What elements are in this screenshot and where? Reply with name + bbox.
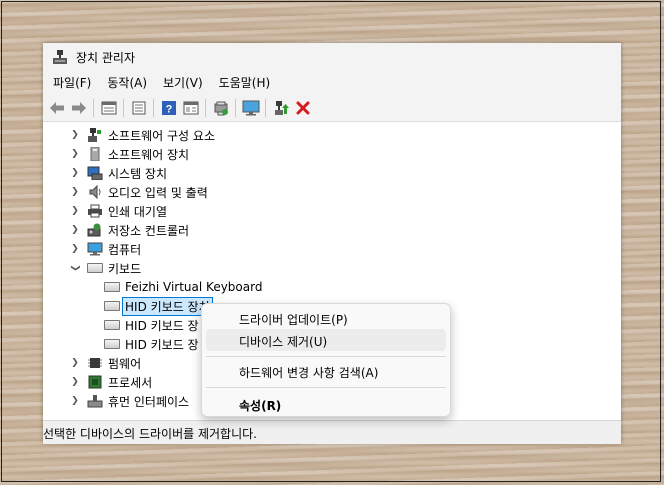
menu-action[interactable]: 동작(A) [99, 72, 155, 94]
keyboard-icon [87, 261, 103, 275]
storage-controller-icon [87, 223, 103, 237]
tree-item-print-queues[interactable]: ❯ 인쇄 대기열 [70, 202, 167, 220]
properties-icon[interactable] [99, 99, 118, 118]
back-arrow-icon[interactable] [47, 99, 66, 118]
tree-item-label: 키보드 [108, 261, 142, 276]
tree-item-keyboards[interactable]: ❯ 키보드 [70, 259, 141, 277]
toolbar-separator [205, 99, 206, 117]
enable-device-icon[interactable] [271, 99, 290, 118]
toolbar-separator [265, 99, 266, 117]
device-manager-icon [52, 49, 68, 65]
system-device-icon [87, 166, 103, 181]
tree-item-label: 펌웨어 [108, 356, 142, 371]
menu-separator [206, 387, 446, 388]
menu-item-label: 속성(R) [239, 399, 282, 413]
toolbar-separator [93, 99, 94, 117]
chevron-right-icon[interactable]: ❯ [70, 187, 80, 197]
toolbar: ? [43, 95, 621, 122]
chevron-right-icon[interactable]: ❯ [70, 244, 80, 254]
keyboard-icon [104, 318, 120, 332]
menu-item-label: 드라이버 업데이트(P) [239, 313, 348, 327]
context-menu: 드라이버 업데이트(P) 디바이스 제거(U) 하드웨어 변경 사항 검색(A)… [201, 303, 451, 417]
processor-icon [87, 375, 103, 389]
tree-item-label: 시스템 장치 [108, 166, 168, 181]
properties-menu-item[interactable]: 속성(R) [206, 393, 446, 415]
tree-item-software-components[interactable]: ❯ 소프트웨어 구성 요소 [70, 126, 215, 144]
menu-view[interactable]: 보기(V) [155, 72, 211, 94]
software-component-icon [87, 128, 103, 142]
tree-item-human-interface[interactable]: ❯ 휴먼 인터페이스 [70, 392, 189, 410]
menu-help[interactable]: 도움말(H) [211, 72, 279, 94]
menu-item-label: 디바이스 제거(U) [239, 335, 328, 349]
chevron-right-icon[interactable]: ❯ [70, 358, 80, 368]
firmware-icon [87, 356, 103, 370]
hid-icon [87, 394, 103, 408]
chevron-right-icon[interactable]: ❯ [70, 149, 80, 159]
tree-item-audio-io[interactable]: ❯ 오디오 입력 및 출력 [70, 183, 208, 201]
status-bar: 선택한 디바이스의 드라이버를 제거합니다. [43, 420, 621, 444]
window-title: 장치 관리자 [76, 50, 136, 65]
chevron-right-icon[interactable]: ❯ [70, 168, 80, 178]
scan-hardware-icon[interactable] [211, 99, 230, 118]
tree-item-firmware[interactable]: ❯ 펌웨어 [70, 354, 141, 372]
scan-hardware-menu-item[interactable]: 하드웨어 변경 사항 검색(A) [206, 360, 446, 382]
forward-arrow-icon[interactable] [69, 99, 88, 118]
tree-item-storage-controllers[interactable]: ❯ 저장소 컨트롤러 [70, 221, 189, 239]
menu-bar: 파일(F) 동작(A) 보기(V) 도움말(H) [43, 71, 621, 95]
keyboard-icon [104, 280, 120, 294]
tree-item-label: HID 키보드 장치 [122, 296, 213, 316]
tree-item-computer[interactable]: ❯ 컴퓨터 [70, 240, 141, 258]
keyboard-icon [104, 337, 120, 351]
speaker-icon [87, 184, 103, 200]
tree-item-label: 프로세서 [108, 375, 153, 390]
tree-item-software-devices[interactable]: ❯ 소프트웨어 장치 [70, 145, 189, 163]
details-icon[interactable] [181, 99, 200, 118]
tree-item-label: Feizhi Virtual Keyboard [125, 280, 263, 294]
tree-item-hid-keyboard-selected[interactable]: HID 키보드 장치 [104, 296, 213, 316]
tree-item-processors[interactable]: ❯ 프로세서 [70, 373, 152, 391]
printer-icon [87, 204, 103, 218]
tree-item-label: 소프트웨어 구성 요소 [108, 128, 215, 143]
tree-item-label: 오디오 입력 및 출력 [108, 185, 208, 200]
chevron-right-icon[interactable]: ❯ [70, 225, 80, 235]
tree-item-label: 컴퓨터 [108, 242, 142, 257]
chevron-right-icon[interactable]: ❯ [70, 130, 80, 140]
title-bar: 장치 관리자 [43, 43, 621, 71]
chevron-right-icon[interactable]: ❯ [70, 396, 80, 406]
tree-item-label: HID 키보드 장 [125, 318, 199, 333]
tree-item-label: 저장소 컨트롤러 [108, 223, 190, 238]
tree-item-label: 인쇄 대기열 [108, 204, 168, 219]
tree-item-label: 휴먼 인터페이스 [108, 394, 190, 409]
tree-item-hid-keyboard-2[interactable]: HID 키보드 장 [104, 316, 199, 334]
tree-item-feizhi-keyboard[interactable]: Feizhi Virtual Keyboard [104, 278, 262, 296]
toolbar-separator [123, 99, 124, 117]
tree-item-label: 소프트웨어 장치 [108, 147, 190, 162]
uninstall-x-icon[interactable] [293, 99, 312, 118]
chevron-right-icon[interactable]: ❯ [70, 377, 80, 387]
toolbar-separator [153, 99, 154, 117]
computer-icon [87, 242, 103, 256]
tree-item-system-devices[interactable]: ❯ 시스템 장치 [70, 164, 167, 182]
monitor-icon[interactable] [241, 99, 260, 118]
menu-separator [206, 356, 446, 357]
help-icon[interactable]: ? [159, 99, 178, 118]
update-driver-menu-item[interactable]: 드라이버 업데이트(P) [206, 307, 446, 329]
menu-file[interactable]: 파일(F) [45, 72, 99, 94]
tree-item-hid-keyboard-3[interactable]: HID 키보드 장 [104, 335, 199, 353]
toolbar-separator [235, 99, 236, 117]
status-text: 선택한 디바이스의 드라이버를 제거합니다. [43, 427, 257, 441]
uninstall-device-menu-item[interactable]: 디바이스 제거(U) [206, 329, 446, 351]
svg-text:?: ? [165, 104, 172, 116]
software-device-icon [87, 146, 103, 162]
keyboard-icon [104, 299, 120, 313]
menu-item-label: 하드웨어 변경 사항 검색(A) [239, 366, 379, 380]
tree-item-label: HID 키보드 장 [125, 337, 199, 352]
chevron-down-icon[interactable]: ❯ [70, 263, 80, 273]
chevron-right-icon[interactable]: ❯ [70, 206, 80, 216]
view-icon[interactable] [129, 99, 148, 118]
